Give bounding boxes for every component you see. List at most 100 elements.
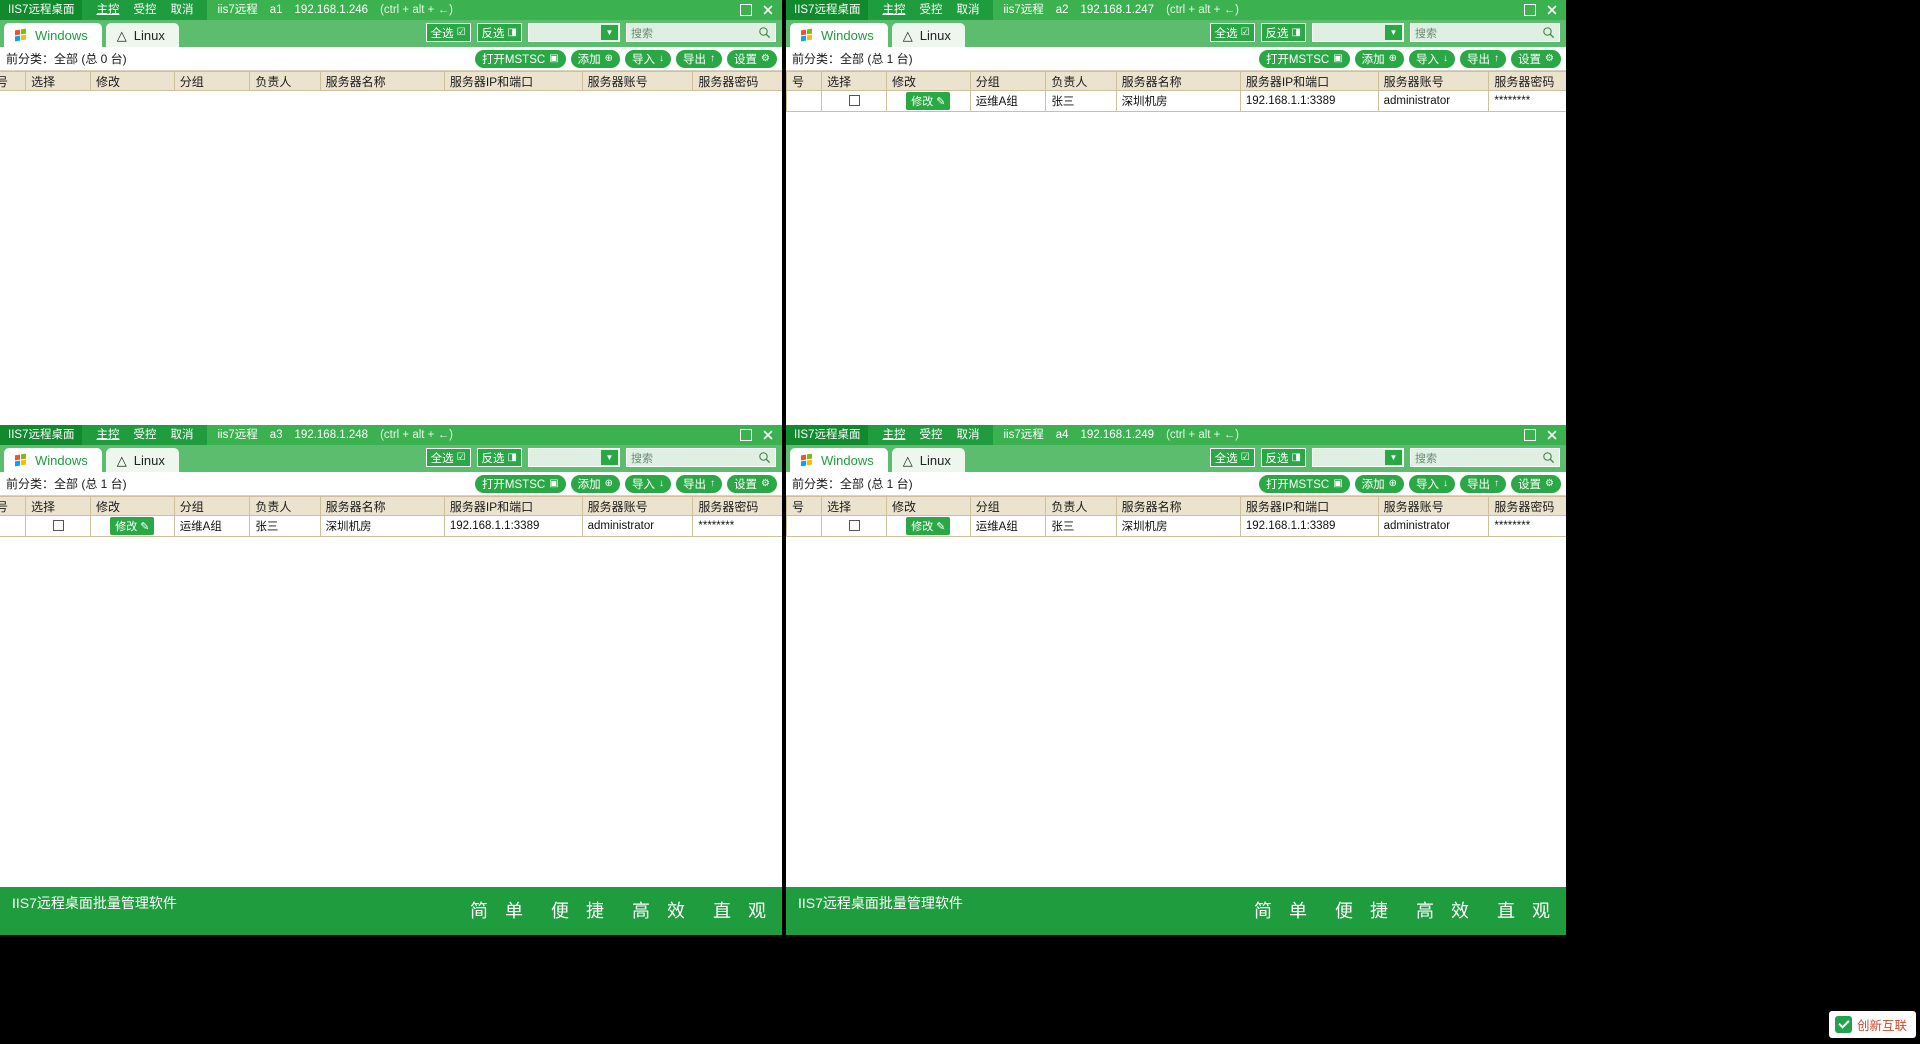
import-button[interactable]: 导入 ↓ [625, 49, 672, 68]
settings-button[interactable]: 设置 ⚙ [1511, 49, 1561, 68]
cell-edit[interactable]: 修改 ✎ [89, 515, 175, 537]
col-group[interactable]: 分组 [173, 71, 251, 91]
col-group[interactable]: 分组 [969, 71, 1047, 91]
col-select[interactable]: 选择 [821, 496, 887, 516]
col-owner[interactable]: 负责人 [249, 496, 321, 516]
col-name[interactable]: 服务器名称 [319, 496, 445, 516]
cell-num[interactable] [786, 90, 823, 112]
add-button[interactable]: 添加 ⊕ [570, 49, 621, 68]
row-checkbox[interactable] [848, 95, 860, 107]
import-button[interactable]: 导入 ↓ [625, 474, 672, 493]
menu-item-host[interactable]: 主控 [96, 0, 119, 20]
col-edit[interactable]: 修改 [89, 496, 175, 516]
cell-account[interactable]: administrator [1377, 90, 1490, 112]
cell-ip[interactable]: 192.168.1.1:3389 [1239, 90, 1379, 112]
col-group[interactable]: 分组 [969, 496, 1047, 516]
close-icon[interactable] [1546, 4, 1558, 16]
select-all-button[interactable]: 全选 ☑ [1209, 23, 1255, 42]
cell-password[interactable]: ******** [1488, 90, 1566, 112]
menu-item-controlled[interactable]: 受控 [133, 0, 156, 20]
col-group[interactable]: 分组 [173, 496, 251, 516]
cell-account[interactable]: administrator [581, 515, 694, 537]
row-checkbox[interactable] [848, 520, 860, 532]
export-button[interactable]: 导出 ↑ [1460, 49, 1507, 68]
tab-linux[interactable]: △ Linux [891, 448, 965, 472]
search-input[interactable]: 搜索 [1410, 23, 1560, 42]
group-filter-select[interactable]: ▼ [1312, 448, 1404, 467]
remote-window-a3[interactable]: IIS7远程桌面 主控 受控 取消 iis7远程 a3 192.168.1.24… [0, 425, 784, 937]
close-icon[interactable] [1546, 429, 1558, 441]
cell-select[interactable] [821, 90, 887, 112]
col-ip[interactable]: 服务器IP和端口 [443, 496, 583, 516]
cell-group[interactable]: 运维A组 [969, 90, 1047, 112]
edit-button[interactable]: 修改 ✎ [906, 517, 951, 535]
col-account[interactable]: 服务器账号 [581, 71, 694, 91]
import-button[interactable]: 导入 ↓ [1409, 49, 1456, 68]
menu-item-cancel[interactable]: 取消 [170, 425, 193, 445]
cell-name[interactable]: 深圳机房 [319, 515, 445, 537]
search-input[interactable]: 搜索 [1410, 448, 1560, 467]
add-button[interactable]: 添加 ⊕ [1354, 49, 1405, 68]
select-all-button[interactable]: 全选 ☑ [1209, 448, 1255, 467]
group-filter-select[interactable]: ▼ [528, 448, 620, 467]
close-icon[interactable] [762, 429, 774, 441]
tab-linux[interactable]: △ Linux [105, 448, 179, 472]
col-password[interactable]: 服务器密码 [1488, 71, 1566, 91]
col-account[interactable]: 服务器账号 [1377, 496, 1490, 516]
tab-windows[interactable]: Windows [790, 23, 888, 47]
col-owner[interactable]: 负责人 [1045, 71, 1117, 91]
tab-linux[interactable]: △ Linux [891, 23, 965, 47]
cell-group[interactable]: 运维A组 [173, 515, 251, 537]
cell-select[interactable] [25, 515, 91, 537]
open-mstsc-button[interactable]: 打开MSTSC ▣ [474, 49, 566, 68]
cell-num[interactable] [0, 515, 27, 537]
menu-item-cancel[interactable]: 取消 [170, 0, 193, 20]
invert-select-button[interactable]: 反选 ◨ [476, 448, 522, 467]
cell-edit[interactable]: 修改 ✎ [885, 90, 971, 112]
col-owner[interactable]: 负责人 [249, 71, 321, 91]
select-all-button[interactable]: 全选 ☑ [425, 448, 471, 467]
edit-button[interactable]: 修改 ✎ [906, 92, 951, 110]
close-icon[interactable] [762, 4, 774, 16]
settings-button[interactable]: 设置 ⚙ [727, 474, 777, 493]
cell-owner[interactable]: 张三 [1045, 515, 1117, 537]
cell-owner[interactable]: 张三 [249, 515, 321, 537]
col-num[interactable]: 号 [0, 496, 27, 516]
restore-icon[interactable] [740, 429, 752, 441]
tab-linux[interactable]: △ Linux [105, 23, 179, 47]
remote-window-a4[interactable]: IIS7远程桌面 主控 受控 取消 iis7远程 a4 192.168.1.24… [786, 425, 1568, 937]
settings-button[interactable]: 设置 ⚙ [1511, 474, 1561, 493]
col-account[interactable]: 服务器账号 [581, 496, 694, 516]
menu-item-cancel[interactable]: 取消 [956, 0, 979, 20]
menu-item-host[interactable]: 主控 [882, 425, 905, 445]
open-mstsc-button[interactable]: 打开MSTSC ▣ [1258, 49, 1350, 68]
table-row[interactable]: 修改 ✎ 运维A组 张三 深圳机房 192.168.1.1:3389 administra… [0, 515, 782, 537]
col-password[interactable]: 服务器密码 [1488, 496, 1566, 516]
window-controls[interactable] [740, 0, 780, 20]
import-button[interactable]: 导入 ↓ [1409, 474, 1456, 493]
col-select[interactable]: 选择 [25, 71, 91, 91]
export-button[interactable]: 导出 ↑ [676, 474, 723, 493]
col-ip[interactable]: 服务器IP和端口 [1239, 496, 1379, 516]
search-input[interactable]: 搜索 [626, 23, 776, 42]
col-num[interactable]: 号 [786, 496, 823, 516]
menu-item-controlled[interactable]: 受控 [919, 425, 942, 445]
window-controls[interactable] [1524, 425, 1564, 445]
col-edit[interactable]: 修改 [885, 71, 971, 91]
cell-name[interactable]: 深圳机房 [1115, 90, 1241, 112]
menu-item-host[interactable]: 主控 [96, 425, 119, 445]
col-select[interactable]: 选择 [25, 496, 91, 516]
open-mstsc-button[interactable]: 打开MSTSC ▣ [1258, 474, 1350, 493]
cell-edit[interactable]: 修改 ✎ [885, 515, 971, 537]
menu-item-controlled[interactable]: 受控 [133, 425, 156, 445]
search-input[interactable]: 搜索 [626, 448, 776, 467]
col-ip[interactable]: 服务器IP和端口 [1239, 71, 1379, 91]
edit-button[interactable]: 修改 ✎ [110, 517, 155, 535]
cell-num[interactable] [786, 515, 823, 537]
col-select[interactable]: 选择 [821, 71, 887, 91]
col-edit[interactable]: 修改 [89, 71, 175, 91]
open-mstsc-button[interactable]: 打开MSTSC ▣ [474, 474, 566, 493]
add-button[interactable]: 添加 ⊕ [1354, 474, 1405, 493]
menu-item-controlled[interactable]: 受控 [919, 0, 942, 20]
col-account[interactable]: 服务器账号 [1377, 71, 1490, 91]
